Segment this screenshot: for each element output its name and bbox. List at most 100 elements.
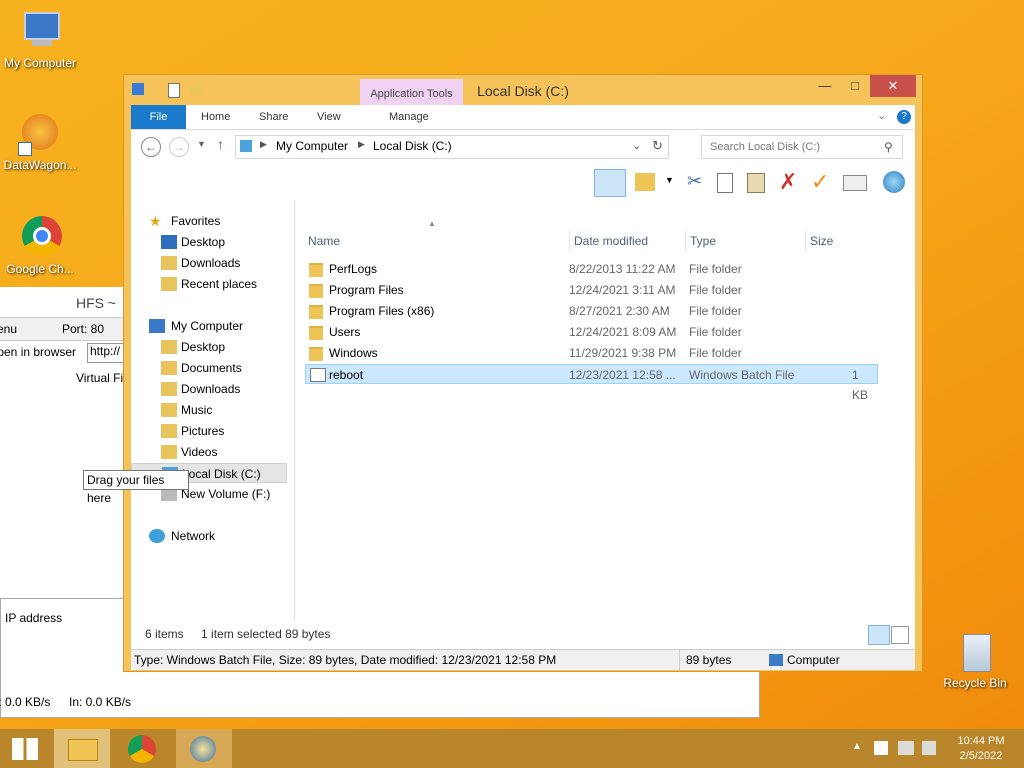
google-chrome-desktop-icon[interactable]: Google Ch... [0, 216, 80, 276]
file-size: 1 KB [852, 368, 869, 402]
folder-options-icon[interactable] [635, 173, 655, 191]
maximize-button[interactable]: □ [840, 75, 870, 97]
file-name: reboot [329, 368, 364, 382]
new-folder-icon[interactable] [190, 84, 204, 95]
file-row[interactable]: Windows 11/29/2021 9:38 PM File folder [305, 343, 878, 363]
hfs-open-browser-button[interactable]: Open in browser [0, 345, 76, 359]
file-row[interactable]: Program Files 12/24/2021 3:11 AM File fo… [305, 280, 878, 300]
file-row[interactable]: PerfLogs 8/22/2013 11:22 AM File folder [305, 259, 878, 279]
address-dropdown-icon[interactable]: ⌄ [632, 139, 641, 152]
close-button[interactable]: ✕ [870, 75, 916, 97]
column-header-date[interactable]: Date modified [569, 231, 684, 251]
nav-my-computer[interactable]: My Computer [149, 316, 279, 336]
nav-fav-desktop[interactable]: Desktop [161, 232, 281, 252]
chrome-taskbar-button[interactable] [114, 729, 170, 768]
file-date: 8/27/2021 2:30 AM [569, 304, 670, 318]
breadcrumb-my-computer[interactable]: My Computer [276, 139, 348, 153]
search-icon[interactable]: ⚲ [884, 136, 893, 158]
file-name: Windows [329, 346, 378, 360]
tab-view[interactable]: View [317, 105, 341, 129]
nav-desktop[interactable]: Desktop [161, 337, 281, 357]
file-row[interactable]: Program Files (x86) 8/27/2021 2:30 AM Fi… [305, 301, 878, 321]
column-header-size[interactable]: Size [805, 231, 880, 251]
delete-icon[interactable]: ✗ [779, 169, 797, 195]
action-center-icon[interactable] [874, 741, 888, 755]
minimize-button[interactable]: — [810, 75, 840, 97]
volume-muted-icon[interactable] [922, 741, 936, 755]
explorer-window[interactable]: Local Disk (C:) — □ ✕ Application Tools … [123, 74, 923, 672]
hfs-port-button[interactable]: Port: 80 [62, 322, 104, 336]
hfs-icon [190, 736, 216, 762]
chrome-icon [18, 216, 62, 260]
datawagon-desktop-icon[interactable]: DataWagon... [0, 112, 80, 172]
network-drive-icon[interactable] [883, 171, 905, 193]
file-row[interactable]: Users 12/24/2021 8:09 AM File folder [305, 322, 878, 342]
paste-icon[interactable] [747, 173, 765, 193]
pane-splitter[interactable] [294, 201, 295, 621]
new-document-icon[interactable] [168, 83, 180, 98]
breadcrumb-separator-icon[interactable]: ▶ [358, 139, 365, 150]
hfs-url-input[interactable]: http:// [87, 343, 127, 363]
nav-network[interactable]: Network [149, 526, 279, 546]
nav-downloads[interactable]: Downloads [161, 379, 281, 399]
large-icons-view-icon[interactable] [891, 626, 909, 644]
nav-videos[interactable]: Videos [161, 442, 281, 462]
refresh-icon[interactable]: ↻ [652, 138, 663, 154]
recycle-bin-desktop-icon[interactable]: Recycle Bin [935, 630, 1015, 690]
up-button[interactable]: ↑ [217, 136, 224, 152]
nav-fav-downloads[interactable]: Downloads [161, 253, 281, 273]
hfs-taskbar-button[interactable] [176, 729, 232, 768]
nav-documents[interactable]: Documents [161, 358, 281, 378]
folder-icon [161, 445, 177, 459]
nav-pictures[interactable]: Pictures [161, 421, 281, 441]
location-status: Computer [787, 653, 840, 667]
tab-home[interactable]: Home [201, 105, 230, 129]
desktop-icon-label: My Computer [3, 56, 77, 70]
network-status-icon[interactable] [898, 741, 914, 755]
file-explorer-taskbar-button[interactable] [54, 729, 110, 768]
back-button[interactable]: ← [141, 137, 161, 157]
file-type: File folder [689, 262, 742, 276]
tab-manage[interactable]: Manage [389, 105, 429, 129]
nav-music[interactable]: Music [161, 400, 281, 420]
hfs-menu-button[interactable]: Menu [0, 322, 17, 336]
windows-logo-icon [12, 738, 38, 760]
copy-icon[interactable] [717, 173, 733, 193]
navigation-pane[interactable]: ★ Favorites Desktop Downloads Recent pla… [131, 201, 293, 641]
properties-icon[interactable] [132, 83, 144, 95]
breadcrumb-separator-icon[interactable]: ▶ [260, 139, 267, 150]
search-input[interactable]: Search Local Disk (C:) ⚲ [701, 135, 903, 159]
clock[interactable]: 10:44 PM 2/5/2022 [948, 734, 1014, 764]
breadcrumb-local-disk[interactable]: Local Disk (C:) [373, 139, 452, 153]
folder-icon [161, 340, 177, 354]
file-row-selected[interactable]: reboot 12/23/2021 12:58 ... Windows Batc… [305, 364, 878, 402]
start-button[interactable] [0, 729, 56, 768]
expand-ribbon-icon[interactable]: ⌄ [877, 109, 886, 122]
title-bar[interactable]: Local Disk (C:) — □ ✕ [124, 75, 922, 105]
nav-fav-recent-places[interactable]: Recent places [161, 274, 281, 294]
forward-button[interactable]: → [169, 137, 189, 157]
address-bar[interactable]: ▶ My Computer ▶ Local Disk (C:) ⌄ ↻ [235, 135, 669, 159]
folder-icon [161, 361, 177, 375]
computer-icon [240, 140, 252, 152]
help-icon[interactable]: ? [897, 110, 911, 124]
my-computer-desktop-icon[interactable]: My Computer [0, 10, 80, 70]
preview-pane-icon[interactable] [594, 169, 626, 197]
column-header-type[interactable]: Type [685, 231, 800, 251]
cut-icon[interactable]: ✂ [687, 171, 702, 192]
nav-favorites[interactable]: ★ Favorites [149, 211, 279, 231]
details-view-icon[interactable] [868, 625, 890, 645]
window-title: Local Disk (C:) [477, 83, 569, 99]
options-dropdown-icon[interactable]: ▼ [665, 175, 674, 185]
quick-access-toolbar[interactable] [130, 81, 220, 99]
folder-icon [309, 263, 323, 277]
file-type: File folder [689, 283, 742, 297]
file-date: 11/29/2021 9:38 PM [569, 346, 677, 360]
recent-locations-dropdown[interactable]: ▼ [197, 139, 206, 149]
column-header-name[interactable]: Name [308, 231, 558, 251]
tab-share[interactable]: Share [259, 105, 288, 129]
tab-file[interactable]: File [131, 105, 186, 129]
rename-icon[interactable]: ✓ [811, 169, 829, 195]
properties-toolbar-icon[interactable] [843, 175, 867, 191]
show-hidden-icons-icon[interactable]: ▲ [852, 741, 862, 752]
